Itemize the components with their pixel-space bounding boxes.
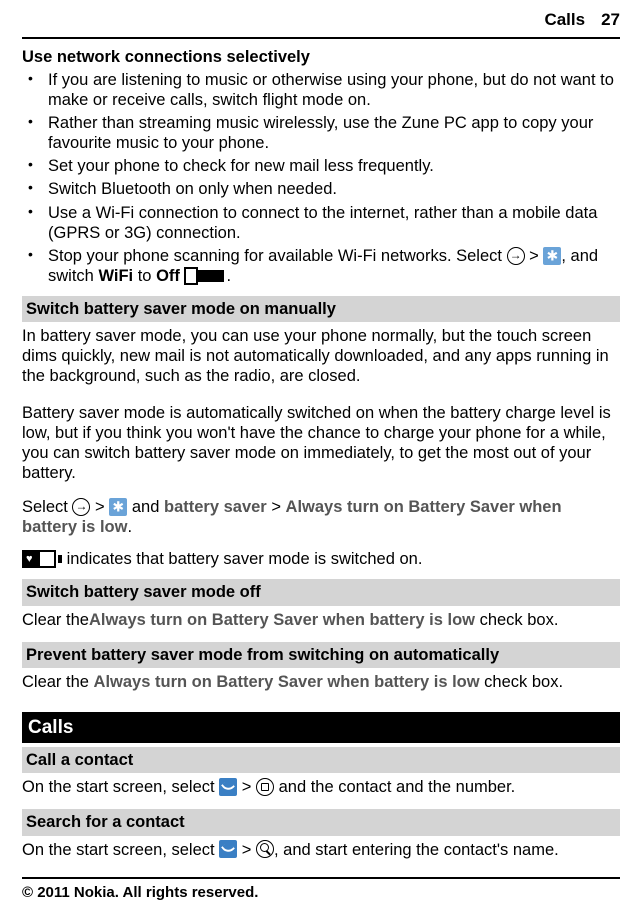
search-icon xyxy=(256,840,274,858)
contacts-icon xyxy=(256,778,274,796)
off-label: Off xyxy=(156,267,180,285)
paragraph: Clear the Always turn on Battery Saver w… xyxy=(22,672,620,694)
text: Select xyxy=(22,498,72,516)
settings-icon xyxy=(543,247,561,265)
section-title-saver-off: Switch battery saver mode off xyxy=(22,579,620,605)
page-header: Calls 27 xyxy=(22,10,620,39)
text: check box. xyxy=(480,673,563,691)
paragraph: Battery saver mode is automatically swit… xyxy=(22,403,620,484)
battery-saver-icon: ♥ xyxy=(22,550,62,568)
paragraph: On the start screen, select > and the co… xyxy=(22,777,620,799)
text: On the start screen, select xyxy=(22,778,219,796)
text: indicates that battery saver mode is swi… xyxy=(62,550,422,568)
network-list: If you are listening to music or otherwi… xyxy=(22,70,620,286)
text: Clear the xyxy=(22,673,94,691)
arrow-icon xyxy=(507,247,525,265)
select-instruction: Select > and battery saver > Always turn… xyxy=(22,497,620,537)
option-label: Always turn on Battery Saver when batter… xyxy=(94,673,480,691)
list-item: If you are listening to music or otherwi… xyxy=(22,70,620,110)
text: On the start screen, select xyxy=(22,841,219,859)
section-title-network: Use network connections selectively xyxy=(22,47,620,67)
paragraph: On the start screen, select > , and star… xyxy=(22,840,620,862)
phone-icon xyxy=(219,840,237,858)
text: . xyxy=(127,518,132,536)
text: > xyxy=(242,778,256,796)
text: to xyxy=(133,267,156,285)
chapter-title-calls: Calls xyxy=(22,712,620,743)
page-number: 27 xyxy=(601,10,620,29)
text: Stop your phone scanning for available W… xyxy=(48,247,507,265)
wifi-label: WiFi xyxy=(98,267,133,285)
section-title-prevent: Prevent battery saver mode from switchin… xyxy=(22,642,620,668)
section-title-saver-on: Switch battery saver mode on manually xyxy=(22,296,620,322)
list-item: Stop your phone scanning for available W… xyxy=(22,246,620,286)
list-item: Rather than streaming music wirelessly, … xyxy=(22,113,620,153)
text: check box. xyxy=(475,611,558,629)
section-name: Calls xyxy=(544,10,585,29)
text: > xyxy=(529,247,543,265)
indicator-note: ♥ indicates that battery saver mode is s… xyxy=(22,549,620,569)
section-title-search-contact: Search for a contact xyxy=(22,809,620,835)
toggle-off-icon xyxy=(184,267,226,285)
text: > xyxy=(95,498,109,516)
list-item: Set your phone to check for new mail les… xyxy=(22,156,620,176)
text: and the contact and the number. xyxy=(279,778,516,796)
battery-saver-label: battery saver xyxy=(164,498,267,516)
text: , and start entering the contact's name. xyxy=(274,841,559,859)
text: > xyxy=(267,498,286,516)
text: and xyxy=(132,498,164,516)
text: . xyxy=(226,267,231,285)
text: > xyxy=(242,841,256,859)
section-title-call-contact: Call a contact xyxy=(22,747,620,773)
text: Clear the xyxy=(22,611,89,629)
settings-icon xyxy=(109,498,127,516)
footer-copyright: © 2011 Nokia. All rights reserved. xyxy=(22,877,620,902)
list-item: Use a Wi-Fi connection to connect to the… xyxy=(22,203,620,243)
arrow-icon xyxy=(72,498,90,516)
option-label: Always turn on Battery Saver when batter… xyxy=(89,611,475,629)
phone-icon xyxy=(219,778,237,796)
list-item: Switch Bluetooth on only when needed. xyxy=(22,179,620,199)
paragraph: In battery saver mode, you can use your … xyxy=(22,326,620,388)
paragraph: Clear theAlways turn on Battery Saver wh… xyxy=(22,610,620,632)
